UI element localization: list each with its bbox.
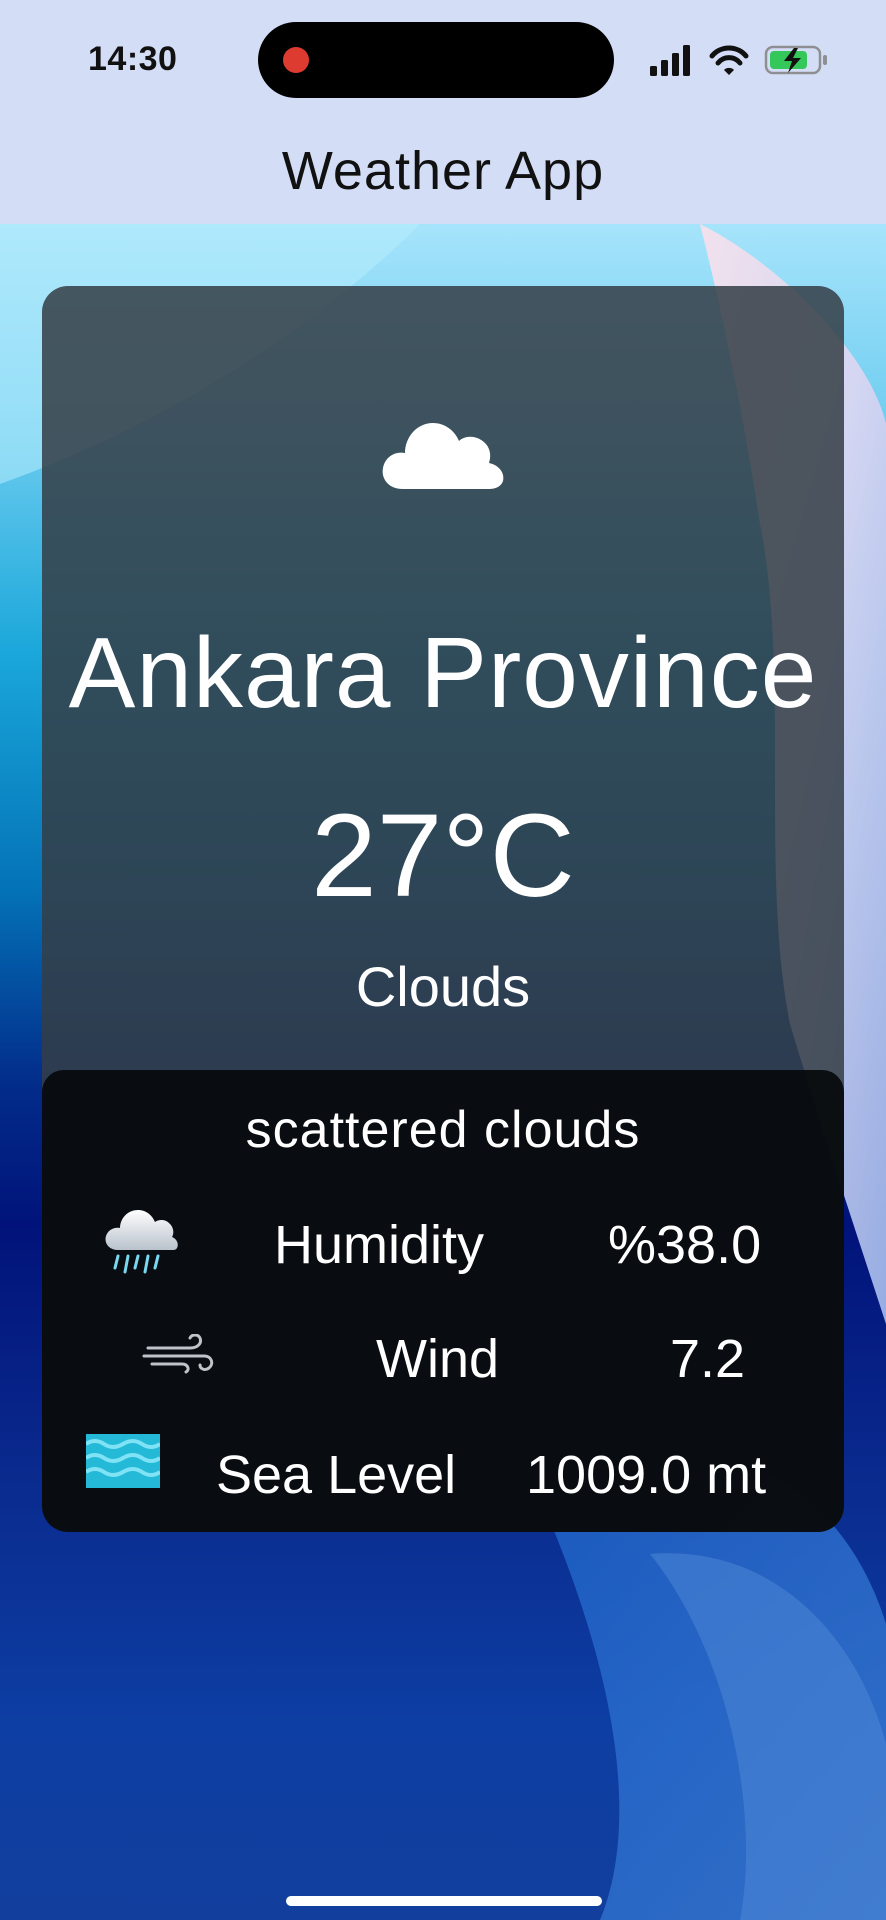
humidity-value: %38.0: [608, 1215, 762, 1275]
sea-level-label: Sea Level: [216, 1445, 457, 1505]
wifi-icon: [709, 45, 749, 75]
details-panel: scattered clouds Humidity %38.0 Wind 7.2…: [42, 1070, 844, 1532]
signal-icon: [650, 45, 690, 76]
home-indicator[interactable]: [286, 1896, 602, 1906]
wind-label: Wind: [376, 1329, 500, 1389]
weather-condition: Clouds: [355, 955, 531, 1018]
status-icons: [650, 45, 827, 76]
app-title: Weather App: [281, 141, 605, 201]
weather-description: scattered clouds: [245, 1101, 641, 1159]
sea-level-value: 1009.0 mt: [526, 1445, 767, 1505]
cloud-icon: [382, 423, 504, 489]
temperature: 27°C: [311, 790, 575, 922]
rain-cloud-icon: [105, 1210, 178, 1274]
weather-card: Ankara Province 27°C Clouds scattered cl…: [42, 286, 844, 1532]
humidity-label: Humidity: [274, 1215, 485, 1275]
wind-value: 7.2: [670, 1329, 746, 1389]
city-name: Ankara Province: [68, 617, 818, 729]
top-bar: 14:30 Weather App: [0, 0, 886, 224]
water-waves-icon: [86, 1434, 160, 1488]
camera-indicator-icon: [283, 47, 309, 73]
dynamic-island: [258, 22, 614, 98]
status-time: 14:30: [88, 40, 178, 78]
wind-icon: [142, 1334, 214, 1374]
battery-charging-icon: [764, 45, 827, 75]
